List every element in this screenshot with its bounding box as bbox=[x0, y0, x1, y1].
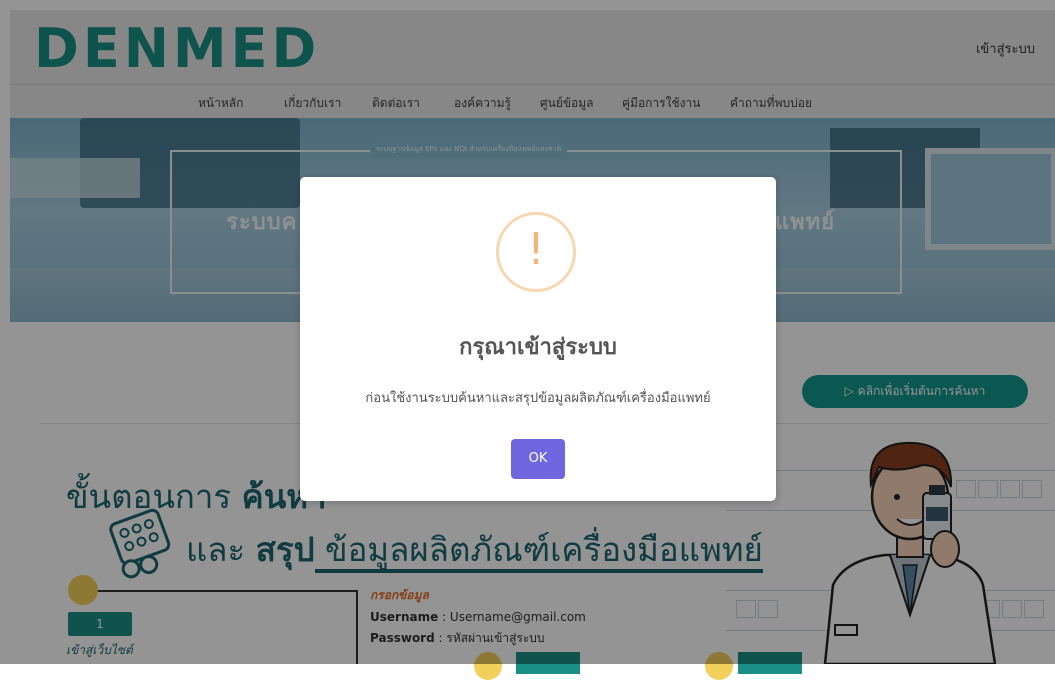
dialog-title: กรุณาเข้าสู่ระบบ bbox=[459, 335, 617, 360]
warning-exclamation: ! bbox=[527, 224, 545, 275]
ok-button[interactable]: OK bbox=[511, 439, 565, 479]
warning-icon: ! bbox=[496, 212, 576, 292]
login-required-dialog: ! กรุณาเข้าสู่ระบบ ก่อนใช้งานระบบค้นหาแล… bbox=[300, 177, 776, 501]
dialog-message: ก่อนใช้งานระบบค้นหาและสรุปข้อมูลผลิตภัณฑ… bbox=[365, 391, 711, 406]
